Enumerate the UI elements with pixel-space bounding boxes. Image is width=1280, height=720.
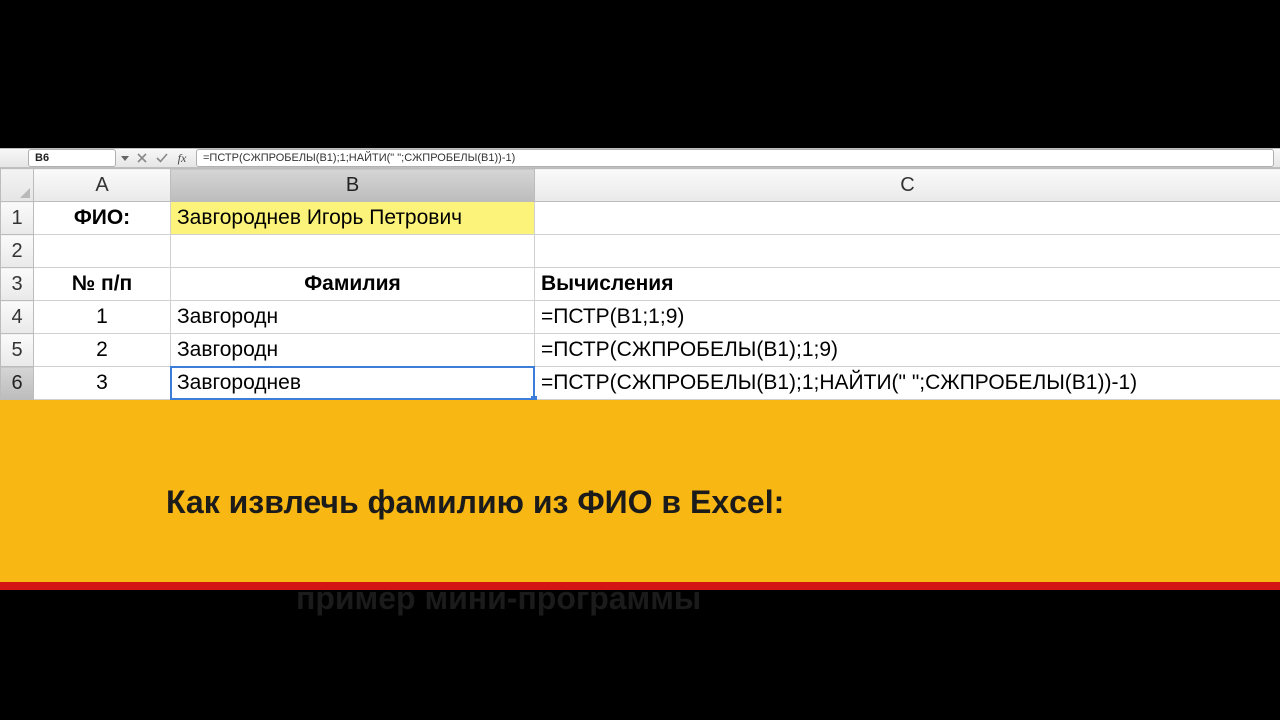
name-box-dropdown-icon[interactable] — [118, 149, 132, 167]
cell-a5[interactable]: 2 — [34, 334, 171, 367]
row-header-1[interactable]: 1 — [1, 202, 34, 235]
cell-a4[interactable]: 1 — [34, 301, 171, 334]
row-header-4[interactable]: 4 — [1, 301, 34, 334]
cell-b3[interactable]: Фамилия — [171, 268, 535, 301]
col-header-a[interactable]: A — [34, 169, 171, 202]
spreadsheet: A B C 1 ФИО: Завгороднев Игорь Петрович … — [0, 168, 1280, 400]
cell-b1[interactable]: Завгороднев Игорь Петрович — [171, 202, 535, 235]
row-header-5[interactable]: 5 — [1, 334, 34, 367]
cell-a6[interactable]: 3 — [34, 367, 171, 400]
cell-b6[interactable]: Завгороднев — [171, 367, 535, 400]
caption-line-1: Как извлечь фамилию из ФИО в Excel: — [166, 484, 784, 520]
cell-c4[interactable]: =ПСТР(B1;1;9) — [535, 301, 1280, 334]
cancel-icon[interactable] — [133, 149, 151, 167]
enter-icon[interactable] — [153, 149, 171, 167]
cell-a3[interactable]: № п/п — [34, 268, 171, 301]
caption-line-2: пример мини-программы — [166, 574, 701, 622]
select-all-corner[interactable] — [1, 169, 34, 202]
cell-c2[interactable] — [535, 235, 1280, 268]
row-header-3[interactable]: 3 — [1, 268, 34, 301]
caption-title: Как извлечь фамилию из ФИО в Excel: прим… — [0, 400, 1280, 622]
name-box[interactable]: B6 — [28, 149, 116, 167]
fx-icon[interactable]: fx — [173, 149, 191, 167]
cell-a1[interactable]: ФИО: — [34, 202, 171, 235]
cell-b2[interactable] — [171, 235, 535, 268]
cell-c1[interactable] — [535, 202, 1280, 235]
col-header-c[interactable]: C — [535, 169, 1280, 202]
cell-b5[interactable]: Завгородн — [171, 334, 535, 367]
row-header-2[interactable]: 2 — [1, 235, 34, 268]
row-header-6[interactable]: 6 — [1, 367, 34, 400]
screenshot-stage: B6 fx =ПСТР(СЖПРОБЕЛЫ(B1);1;НАЙТИ(" ";СЖ… — [0, 0, 1280, 720]
cell-c6[interactable]: =ПСТР(СЖПРОБЕЛЫ(B1);1;НАЙТИ(" ";СЖПРОБЕЛ… — [535, 367, 1280, 400]
cell-a2[interactable] — [34, 235, 171, 268]
formula-bar: B6 fx =ПСТР(СЖПРОБЕЛЫ(B1);1;НАЙТИ(" ";СЖ… — [0, 148, 1280, 168]
col-header-b[interactable]: B — [171, 169, 535, 202]
cell-c3[interactable]: Вычисления — [535, 268, 1280, 301]
formula-input[interactable]: =ПСТР(СЖПРОБЕЛЫ(B1);1;НАЙТИ(" ";СЖПРОБЕЛ… — [196, 149, 1274, 167]
cell-b4[interactable]: Завгородн — [171, 301, 535, 334]
caption-banner: Как извлечь фамилию из ФИО в Excel: прим… — [0, 400, 1280, 590]
cell-c5[interactable]: =ПСТР(СЖПРОБЕЛЫ(B1);1;9) — [535, 334, 1280, 367]
grid-table: A B C 1 ФИО: Завгороднев Игорь Петрович … — [0, 168, 1280, 400]
